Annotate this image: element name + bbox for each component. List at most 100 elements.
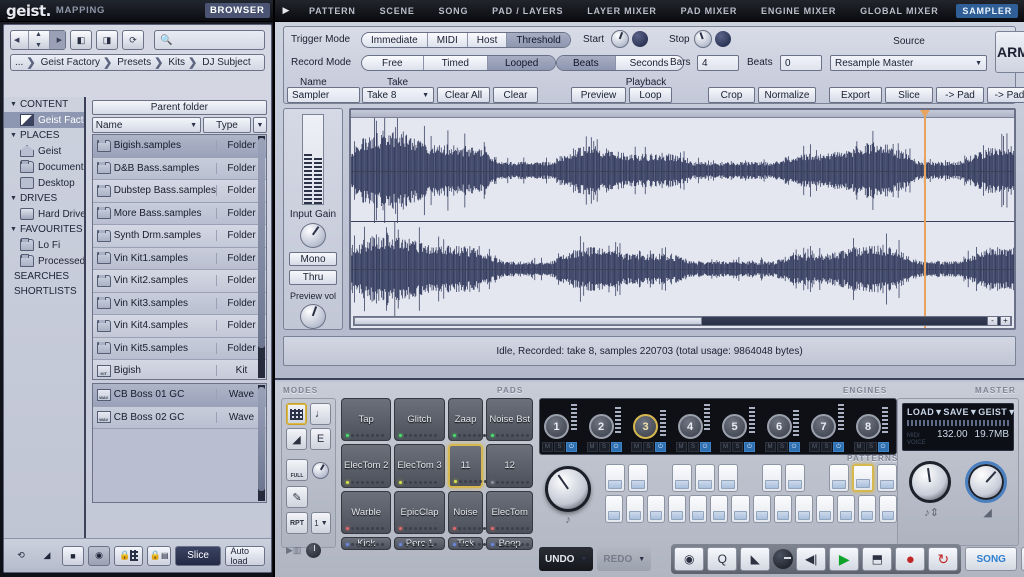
take-dropdown[interactable]: Take 8 ▼: [362, 87, 434, 103]
ems-mode-icon[interactable]: E: [310, 428, 331, 450]
solo-button[interactable]: S: [777, 442, 788, 452]
power-button[interactable]: ⏻: [833, 442, 844, 452]
engine-3[interactable]: 3MS⏻: [629, 399, 674, 454]
metronome-small-icon[interactable]: ▶▥: [286, 545, 301, 556]
note-mode-icon[interactable]: ♩: [310, 403, 331, 425]
pattern-slot-2-1[interactable]: [605, 495, 623, 523]
solo-button[interactable]: S: [821, 442, 832, 452]
engine-number[interactable]: 1: [544, 414, 569, 439]
export-button[interactable]: Export: [829, 87, 882, 103]
chevron-down-icon[interactable]: ▼: [638, 556, 645, 563]
breadcrumb-item-1[interactable]: Geist Factory: [37, 57, 102, 68]
loop-icon[interactable]: ↻: [928, 547, 958, 571]
trigger-mode-segmented[interactable]: Immediate MIDI Host Threshold: [361, 32, 571, 48]
breadcrumb-item-3[interactable]: Kits: [164, 57, 187, 68]
table-row[interactable]: Bigish.samplesFolder: [93, 135, 266, 158]
lock-grid-button[interactable]: 🔒: [114, 546, 143, 566]
record-mode-looped[interactable]: Looped: [488, 56, 555, 70]
table-row[interactable]: Vin Kit4.samplesFolder: [93, 315, 266, 338]
pad-3[interactable]: Zaap: [448, 398, 484, 441]
pattern-slot-1-11[interactable]: [829, 464, 849, 492]
tree-group-places[interactable]: ▼PLACES: [4, 128, 84, 143]
breadcrumb-item-2[interactable]: Presets: [113, 57, 153, 68]
solo-button[interactable]: S: [866, 442, 877, 452]
engine-fader[interactable]: [793, 408, 799, 436]
mute-button[interactable]: M: [542, 442, 553, 452]
engine-4[interactable]: 4MS⏻: [674, 399, 719, 454]
engine-6[interactable]: 6MS⏻: [763, 399, 808, 454]
loop-button[interactable]: Loop: [629, 87, 672, 103]
solo-button[interactable]: S: [688, 442, 699, 452]
expand-arrow-icon[interactable]: ▶: [275, 5, 297, 16]
stop-threshold-knob[interactable]: [694, 30, 712, 48]
pad-12[interactable]: ElecTom: [486, 491, 533, 534]
pattern-slot-1-6[interactable]: [718, 464, 738, 492]
column-header-name[interactable]: Name ▼: [92, 117, 201, 133]
pattern-slot-2-3[interactable]: [647, 495, 665, 523]
input-gain-knob[interactable]: [300, 223, 326, 248]
nav-back-icon[interactable]: ◀: [14, 36, 19, 44]
add-folder-button[interactable]: ◨: [96, 30, 118, 50]
table-row[interactable]: Vin Kit2.samplesFolder: [93, 270, 266, 293]
table-row[interactable]: Dubstep Bass.samplesFolder: [93, 180, 266, 203]
playhead-marker[interactable]: [924, 110, 926, 328]
table-row[interactable]: WAVCB Boss 01 GCWave: [93, 384, 266, 407]
undo-button[interactable]: UNDO ▼: [539, 547, 593, 571]
engine-fader[interactable]: [749, 405, 755, 433]
erase-icon[interactable]: ✎: [286, 486, 308, 508]
pad-14[interactable]: Perc 1: [394, 537, 444, 550]
waveform-ruler[interactable]: [351, 110, 1014, 118]
tree-item-geist[interactable]: Geist: [4, 143, 84, 159]
scrollbar-top-pane[interactable]: [258, 136, 265, 378]
pattern-slot-2-12[interactable]: [837, 495, 855, 523]
beats-input[interactable]: 0: [780, 55, 822, 71]
mono-button[interactable]: Mono: [289, 252, 337, 267]
power-button[interactable]: ⏻: [789, 442, 800, 452]
master-volume-knob[interactable]: [965, 461, 1007, 503]
source-dropdown[interactable]: Resample Master ▼: [830, 55, 987, 71]
pattern-slot-2-10[interactable]: [795, 495, 813, 523]
pattern-slot-1-13[interactable]: [877, 464, 897, 492]
pattern-slot-1-5[interactable]: [695, 464, 715, 492]
tree-group-drives[interactable]: ▼DRIVES: [4, 191, 84, 206]
pad-15[interactable]: Tick: [448, 537, 484, 550]
mute-button[interactable]: M: [720, 442, 731, 452]
table-row[interactable]: D&B Bass.samplesFolder: [93, 158, 266, 181]
tab-pattern[interactable]: PATTERN: [303, 4, 362, 18]
pad-4[interactable]: Noise Bst: [486, 398, 533, 441]
quantize-icon[interactable]: Q: [707, 547, 737, 571]
loop-preview-icon[interactable]: ⟲: [10, 546, 32, 566]
solo-button[interactable]: S: [732, 442, 743, 452]
to-pad-button[interactable]: -> Pad: [936, 87, 984, 103]
trigger-mode-immediate[interactable]: Immediate: [362, 33, 428, 47]
sampler-slice-button[interactable]: Slice: [885, 87, 933, 103]
solo-button[interactable]: S: [554, 442, 565, 452]
to-pads-button[interactable]: -> Pads: [987, 87, 1024, 103]
nav-down-icon[interactable]: ▼: [35, 42, 42, 49]
pattern-slot-2-11[interactable]: [816, 495, 834, 523]
pad-8[interactable]: 12: [486, 444, 533, 487]
table-row[interactable]: Vin Kit3.samplesFolder: [93, 293, 266, 316]
play-icon[interactable]: ▶: [829, 547, 859, 571]
tempo-knob[interactable]: [909, 461, 951, 503]
tab-engine-mixer[interactable]: ENGINE MIXER: [755, 4, 842, 18]
waveform-display[interactable]: - +: [349, 108, 1016, 330]
scrollbar-bottom-pane[interactable]: [258, 385, 265, 501]
pattern-slot-1-1[interactable]: [605, 464, 625, 492]
tab-scene[interactable]: SCENE: [374, 4, 421, 18]
clear-all-button[interactable]: Clear All: [437, 87, 490, 103]
pattern-slot-2-6[interactable]: [710, 495, 728, 523]
table-row[interactable]: Vin Kit5.samplesFolder: [93, 338, 266, 361]
pad-9[interactable]: Warble: [341, 491, 391, 534]
tab-pad-layers[interactable]: PAD / LAYERS: [486, 4, 569, 18]
engine-number[interactable]: 2: [589, 414, 614, 439]
table-row[interactable]: Synth Drm.samplesFolder: [93, 225, 266, 248]
normalize-button[interactable]: Normalize: [758, 87, 816, 103]
slice-button[interactable]: Slice: [175, 546, 222, 566]
tree-item-processed[interactable]: Processed: [4, 253, 84, 269]
power-button[interactable]: ⏻: [700, 442, 711, 452]
engine-fader[interactable]: [615, 405, 621, 433]
tab-global-mixer[interactable]: GLOBAL MIXER: [854, 4, 944, 18]
mute-button[interactable]: M: [854, 442, 865, 452]
tab-pad-mixer[interactable]: PAD MIXER: [675, 4, 744, 18]
